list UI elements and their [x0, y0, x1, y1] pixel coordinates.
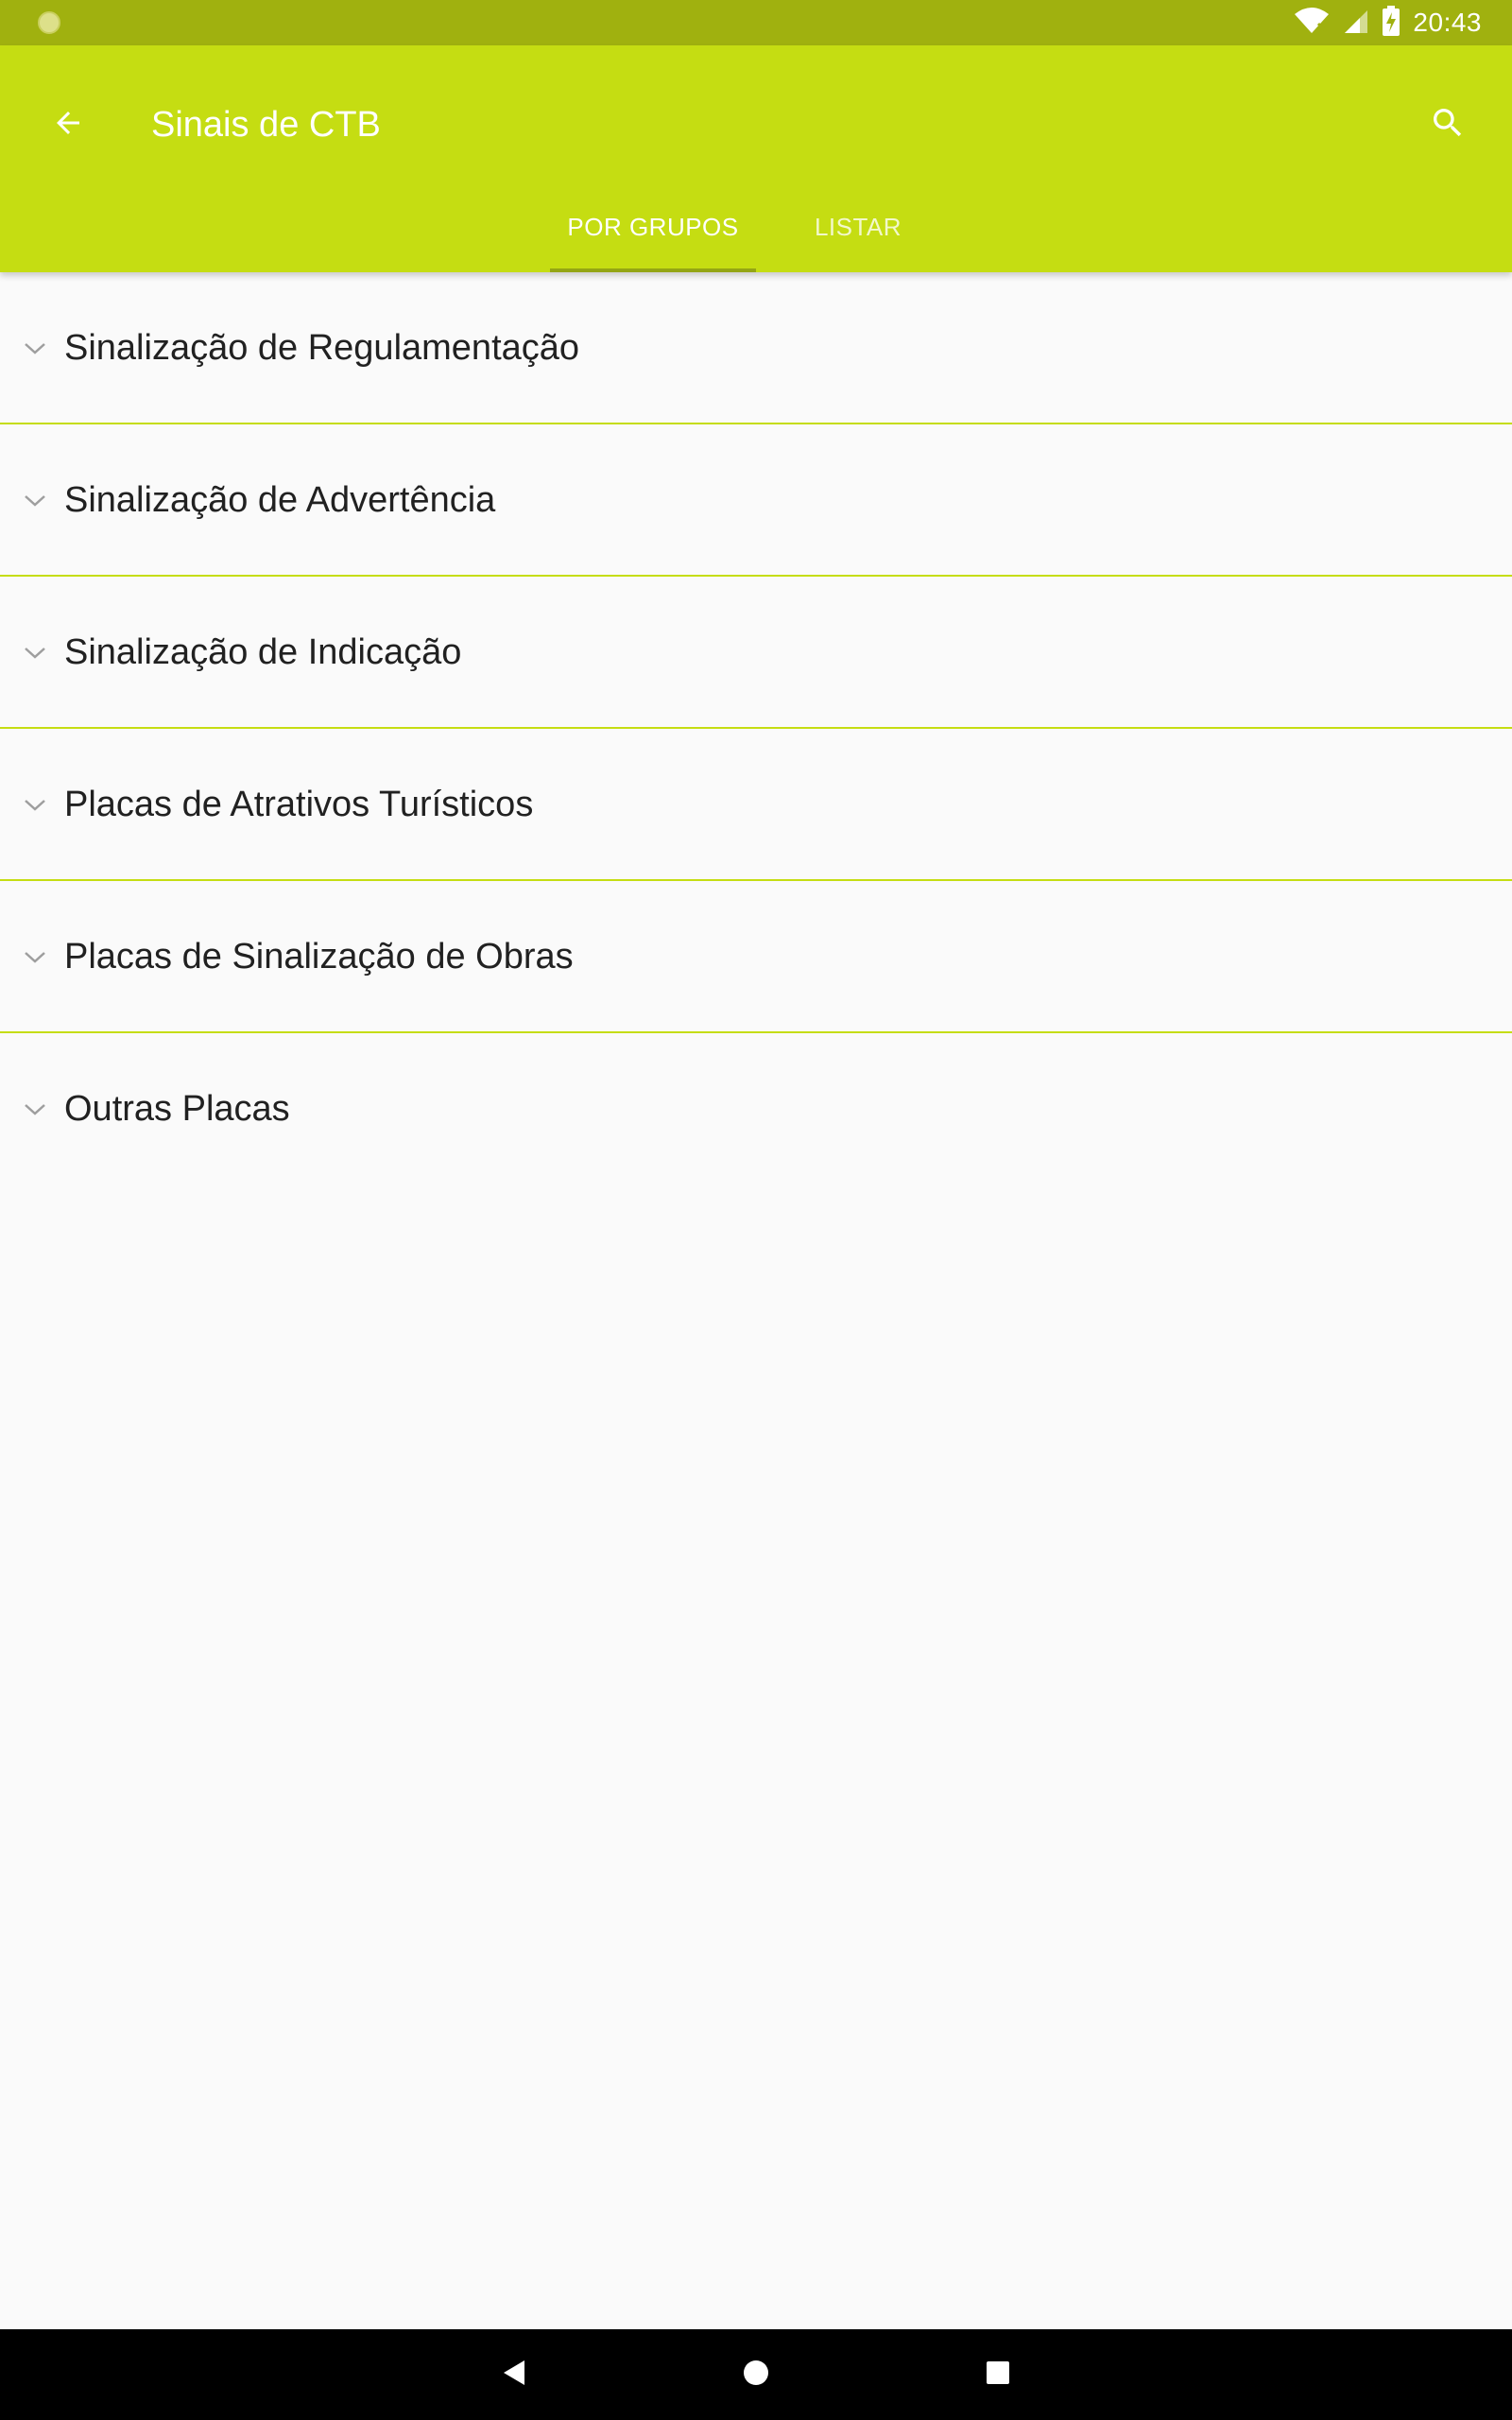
battery-charging-icon — [1383, 5, 1400, 41]
tab-por-grupos[interactable]: POR GRUPOS — [550, 182, 756, 272]
group-row-advertencia[interactable]: Sinalização de Advertência — [0, 424, 1512, 577]
chevron-down-icon — [21, 1096, 49, 1124]
arrow-back-icon — [51, 106, 85, 145]
search-icon — [1429, 104, 1467, 147]
group-label: Sinalização de Advertência — [64, 480, 496, 520]
system-nav-bar — [0, 2329, 1512, 2420]
tab-indicator — [550, 268, 756, 272]
chevron-down-icon — [21, 335, 49, 363]
group-row-regulamentacao[interactable]: Sinalização de Regulamentação — [0, 272, 1512, 424]
chevron-down-icon — [21, 487, 49, 515]
nav-home-button[interactable] — [730, 2348, 782, 2401]
back-button[interactable] — [38, 95, 98, 155]
chevron-down-icon — [21, 943, 49, 972]
wifi-icon — [1294, 7, 1330, 40]
group-label: Placas de Atrativos Turísticos — [64, 785, 534, 824]
group-label: Outras Placas — [64, 1089, 290, 1129]
app-bar: Sinais de CTB POR GRUPOS LISTAR — [0, 45, 1512, 272]
nav-recents-icon — [984, 2359, 1012, 2392]
screen: 20:43 Sinais de CTB POR GRUPOS LISTAR Si… — [0, 0, 1512, 2420]
group-label: Sinalização de Regulamentação — [64, 328, 580, 368]
page-title: Sinais de CTB — [151, 105, 381, 145]
status-bar: 20:43 — [0, 0, 1512, 45]
search-button[interactable] — [1418, 95, 1478, 155]
nav-home-icon — [742, 2359, 770, 2392]
tab-listar[interactable]: LISTAR — [794, 182, 922, 272]
group-row-atrativos-turisticos[interactable]: Placas de Atrativos Turísticos — [0, 729, 1512, 881]
group-row-obras[interactable]: Placas de Sinalização de Obras — [0, 881, 1512, 1033]
status-icons: 20:43 — [1294, 0, 1482, 45]
group-label: Sinalização de Indicação — [64, 632, 462, 672]
signal-icon — [1343, 7, 1369, 40]
status-time: 20:43 — [1413, 8, 1482, 37]
tab-bar: POR GRUPOS LISTAR — [0, 182, 1512, 272]
group-list: Sinalização de Regulamentação Sinalizaçã… — [0, 272, 1512, 1185]
chevron-down-icon — [21, 791, 49, 820]
nav-recents-button[interactable] — [971, 2348, 1024, 2401]
nav-back-button[interactable] — [488, 2348, 541, 2401]
group-row-outras-placas[interactable]: Outras Placas — [0, 1033, 1512, 1185]
group-row-indicacao[interactable]: Sinalização de Indicação — [0, 577, 1512, 729]
nav-back-icon — [500, 2359, 528, 2392]
group-label: Placas de Sinalização de Obras — [64, 937, 574, 977]
notification-dot-icon — [38, 11, 60, 34]
chevron-down-icon — [21, 639, 49, 667]
